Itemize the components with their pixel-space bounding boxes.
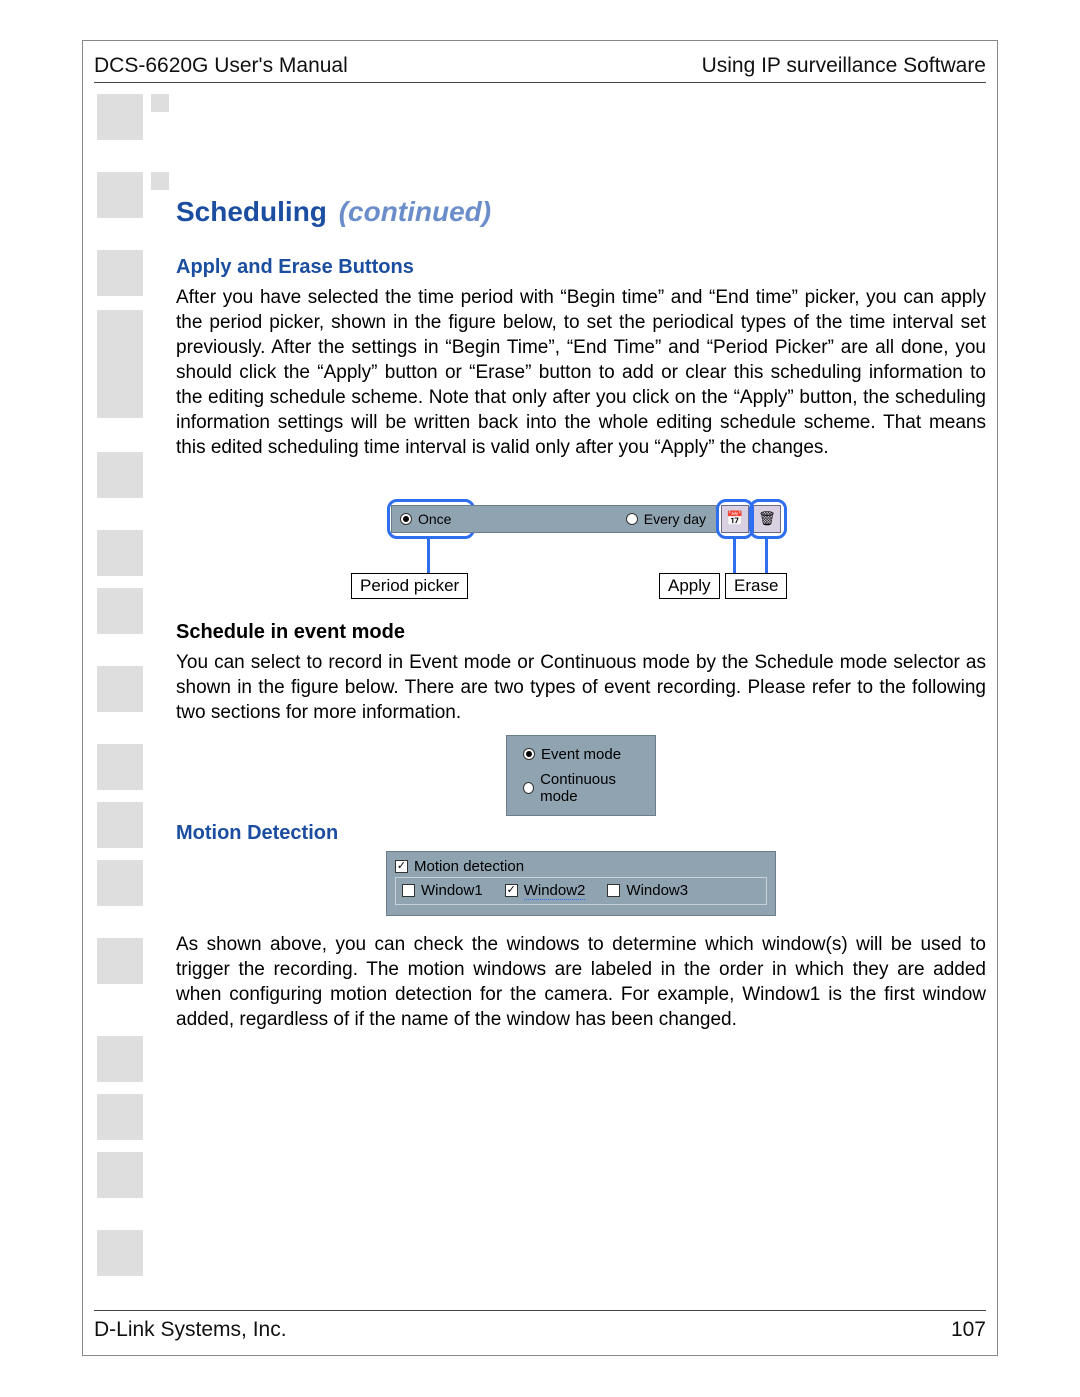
deco-square [97, 1094, 143, 1140]
heading-motion-detection: Motion Detection [176, 822, 986, 845]
header-right: Using IP surveillance Software [702, 54, 986, 78]
footer-rule [94, 1310, 986, 1311]
label-erase: Erase [725, 573, 787, 599]
motion-window-group: Window1 Window2 Window3 [395, 877, 767, 905]
option-once: Once [418, 511, 451, 527]
title-main: Scheduling [176, 196, 327, 227]
checkbox-window3: Window3 [607, 882, 688, 899]
label-event-mode: Event mode [541, 746, 621, 763]
deco-square [97, 172, 143, 218]
page-header: DCS-6620G User's Manual Using IP surveil… [94, 54, 986, 78]
header-left: DCS-6620G User's Manual [94, 54, 348, 78]
deco-square [97, 1152, 143, 1198]
connector [427, 539, 430, 573]
deco-square [97, 1230, 143, 1276]
deco-square [97, 530, 143, 576]
label-continuous-mode: Continuous mode [540, 771, 647, 805]
deco-square [97, 588, 143, 634]
para-schedule-event-mode: You can select to record in Event mode o… [176, 650, 986, 725]
figure-mode-selector: Event mode Continuous mode [506, 735, 656, 816]
deco-square [97, 666, 143, 712]
page-number: 107 [951, 1318, 986, 1342]
checkbox-icon [395, 860, 408, 873]
period-picker-bar: Once Every day [391, 505, 717, 533]
connector [733, 539, 736, 573]
deco-square [151, 94, 169, 112]
figure-motion-detection: Motion detection Window1 Window2 Window3 [386, 851, 776, 916]
deco-square [97, 938, 143, 984]
deco-square [97, 94, 143, 140]
heading-schedule-event-mode: Schedule in event mode [176, 621, 986, 644]
page-title: Scheduling (continued) [176, 196, 986, 228]
deco-square [97, 802, 143, 848]
checkbox-icon [505, 884, 518, 897]
header-rule [94, 82, 986, 83]
heading-apply-erase: Apply and Erase Buttons [176, 256, 986, 279]
checkbox-window2: Window2 [505, 882, 586, 900]
deco-square [97, 310, 143, 418]
title-continued: (continued) [339, 196, 491, 227]
radio-icon [523, 782, 534, 794]
connector [765, 539, 768, 573]
label-motion-detection-group: Motion detection [414, 858, 524, 875]
page-content: Scheduling (continued) Apply and Erase B… [176, 196, 986, 1042]
label-period-picker: Period picker [351, 573, 468, 599]
label-window3: Window3 [626, 882, 688, 899]
radio-icon [523, 748, 535, 760]
page-footer: D-Link Systems, Inc. 107 [94, 1318, 986, 1342]
option-everyday: Every day [644, 511, 706, 527]
radio-event-mode: Event mode [515, 742, 647, 767]
para-motion-detection: As shown above, you can check the window… [176, 932, 986, 1032]
radio-continuous-mode: Continuous mode [515, 767, 647, 809]
label-window2: Window2 [524, 882, 586, 900]
figure-period-picker: Once Every day 📅 🗑 Period picker Apply E… [351, 505, 771, 611]
radio-once-icon [400, 513, 412, 525]
radio-everyday-icon [626, 513, 638, 525]
footer-left: D-Link Systems, Inc. [94, 1318, 287, 1342]
deco-square [151, 172, 169, 190]
checkbox-window1: Window1 [402, 882, 483, 899]
deco-square [97, 1036, 143, 1082]
label-window1: Window1 [421, 882, 483, 899]
callout-erase [749, 499, 787, 539]
deco-square [97, 452, 143, 498]
deco-square [97, 250, 143, 296]
checkbox-icon [607, 884, 620, 897]
para-apply-erase: After you have selected the time period … [176, 285, 986, 461]
deco-square [97, 744, 143, 790]
label-apply: Apply [659, 573, 720, 599]
deco-square [97, 860, 143, 906]
checkbox-icon [402, 884, 415, 897]
